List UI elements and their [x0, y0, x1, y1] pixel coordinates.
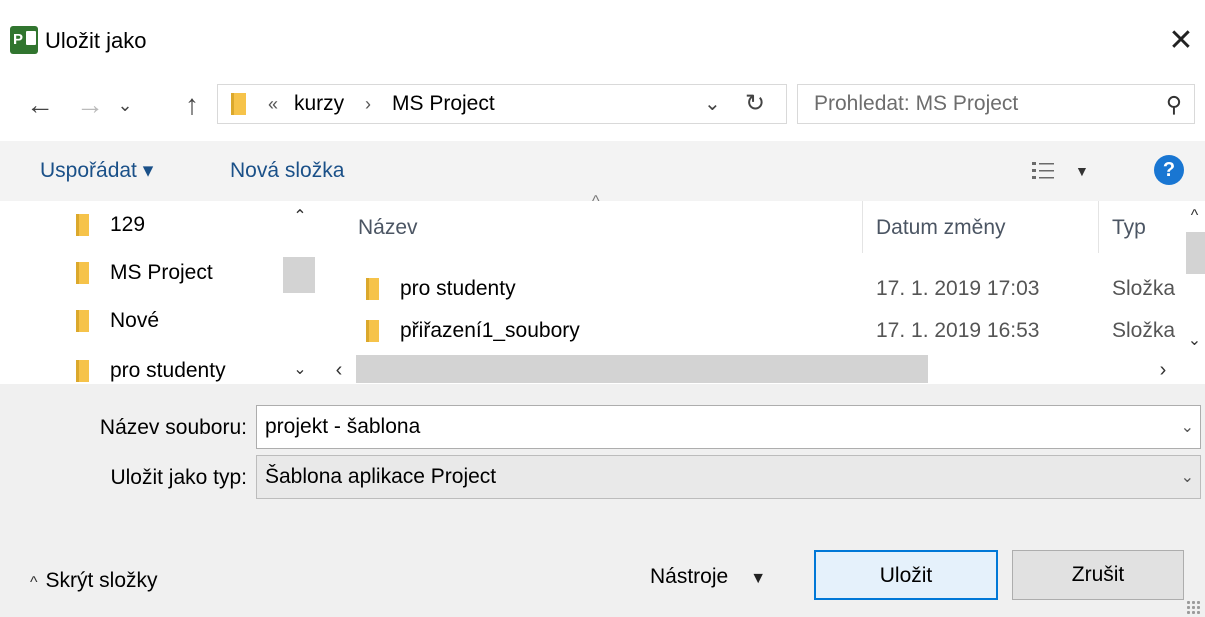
nav-scrollbar-thumb[interactable] — [283, 257, 315, 293]
hide-folders-label: Skrýt složky — [45, 569, 158, 592]
folder-icon — [366, 320, 379, 342]
nav-pane-item-label: MS Project — [110, 261, 213, 284]
folder-icon — [231, 93, 246, 115]
nav-scroll-down-icon[interactable]: ⌄ — [285, 355, 315, 385]
filename-label: Název souboru: — [99, 416, 247, 439]
search-placeholder: Prohledat: MS Project — [814, 92, 1019, 115]
file-date: 17. 1. 2019 17:03 — [876, 277, 1040, 300]
search-input[interactable]: Prohledat: MS Project ⚲ — [797, 84, 1195, 124]
list-scroll-down-icon[interactable]: ⌄ — [1184, 326, 1205, 356]
close-button[interactable]: ✕ — [1162, 22, 1200, 60]
folder-icon — [76, 310, 89, 332]
breadcrumb-separator-icon[interactable]: › — [365, 89, 371, 119]
file-name: přiřazení1_soubory — [400, 319, 580, 342]
file-date: 17. 1. 2019 16:53 — [876, 319, 1040, 342]
list-scroll-right-icon[interactable]: › — [1150, 355, 1176, 385]
nav-pane-item-label: 129 — [110, 213, 146, 236]
app-icon-sheet — [26, 31, 36, 45]
list-scroll-left-icon[interactable]: ‹ — [326, 355, 352, 385]
app-icon-letter: P — [13, 31, 24, 48]
nav-pane-item-label: pro studenty — [110, 359, 226, 382]
back-arrow-icon[interactable]: ← — [22, 88, 58, 122]
sort-ascending-icon: ^ — [592, 193, 600, 210]
hide-folders-button[interactable]: ^ Skrýt složky — [30, 566, 158, 598]
help-icon[interactable]: ? — [1154, 155, 1184, 185]
chevron-down-icon[interactable]: ⌄ — [1181, 464, 1194, 492]
resize-grip-icon[interactable] — [1186, 600, 1200, 614]
folder-icon — [76, 360, 89, 382]
chevron-down-icon[interactable]: ⌄ — [1181, 414, 1194, 442]
refresh-icon[interactable]: ↻ — [745, 89, 765, 119]
filename-value: projekt - šablona — [265, 415, 421, 438]
breadcrumb-overflow-icon[interactable]: « — [268, 89, 278, 119]
folder-icon — [76, 262, 89, 284]
breadcrumb-ms-project[interactable]: MS Project — [392, 89, 495, 119]
address-dropdown-icon[interactable]: ⌄ — [704, 89, 721, 119]
forward-arrow-icon[interactable]: → — [72, 88, 108, 122]
file-row[interactable]: přiřazení1_soubory 17. 1. 2019 16:53 Slo… — [322, 312, 1184, 350]
up-arrow-icon[interactable]: ↑ — [174, 88, 210, 122]
column-header-date[interactable]: Datum změny — [876, 213, 1006, 243]
file-type: Složka — [1112, 319, 1176, 342]
filetype-label: Uložit jako typ: — [110, 466, 247, 489]
cancel-button[interactable]: Zrušit — [1012, 550, 1184, 600]
file-row[interactable]: pro studenty 17. 1. 2019 17:03 Složka — [322, 270, 1184, 308]
column-header-name[interactable]: Název — [358, 213, 418, 243]
list-vertical-scrollbar-thumb[interactable] — [1186, 232, 1205, 274]
new-folder-button[interactable]: Nová složka — [230, 155, 344, 187]
tools-button[interactable]: Nástroje ▼ — [650, 562, 766, 594]
save-button[interactable]: Uložit — [814, 550, 998, 600]
filetype-value: Šablona aplikace Project — [265, 465, 497, 488]
view-dropdown-icon[interactable]: ▼ — [1075, 155, 1089, 187]
view-details-icon[interactable] — [1030, 159, 1056, 183]
command-bar: Uspořádat ▾ Nová složka ▼ ? — [0, 141, 1205, 201]
chevron-up-icon: ^ — [30, 574, 38, 591]
folder-icon — [366, 278, 379, 300]
list-scroll-up-icon[interactable]: ^ — [1184, 201, 1205, 231]
recent-locations-chevron-icon[interactable]: ⌄ — [112, 88, 138, 122]
nav-scroll-up-icon[interactable]: ⌃ — [285, 202, 315, 232]
breadcrumb-kurzy[interactable]: kurzy — [294, 89, 344, 119]
list-horizontal-scrollbar-thumb[interactable] — [356, 355, 928, 383]
folder-icon — [76, 214, 89, 236]
file-name: pro studenty — [400, 277, 516, 300]
column-divider[interactable] — [1098, 201, 1099, 253]
dropdown-arrow-icon: ▼ — [750, 570, 767, 587]
nav-pane-item-label: Nové — [110, 309, 160, 332]
filename-field[interactable]: projekt - šablona ⌄ — [256, 405, 1201, 449]
ms-project-app-icon: P — [10, 26, 38, 54]
column-header-type[interactable]: Typ — [1112, 213, 1146, 243]
tools-label: Nástroje — [650, 565, 729, 588]
organize-button[interactable]: Uspořádat ▾ — [40, 155, 153, 187]
column-divider[interactable] — [862, 201, 863, 253]
filetype-select[interactable]: Šablona aplikace Project ⌄ — [256, 455, 1201, 499]
address-bar[interactable]: « kurzy › MS Project ⌄ ↻ — [217, 84, 787, 124]
dialog-title: Uložit jako — [45, 28, 147, 53]
search-icon[interactable]: ⚲ — [1166, 91, 1182, 119]
file-type: Složka — [1112, 277, 1176, 300]
